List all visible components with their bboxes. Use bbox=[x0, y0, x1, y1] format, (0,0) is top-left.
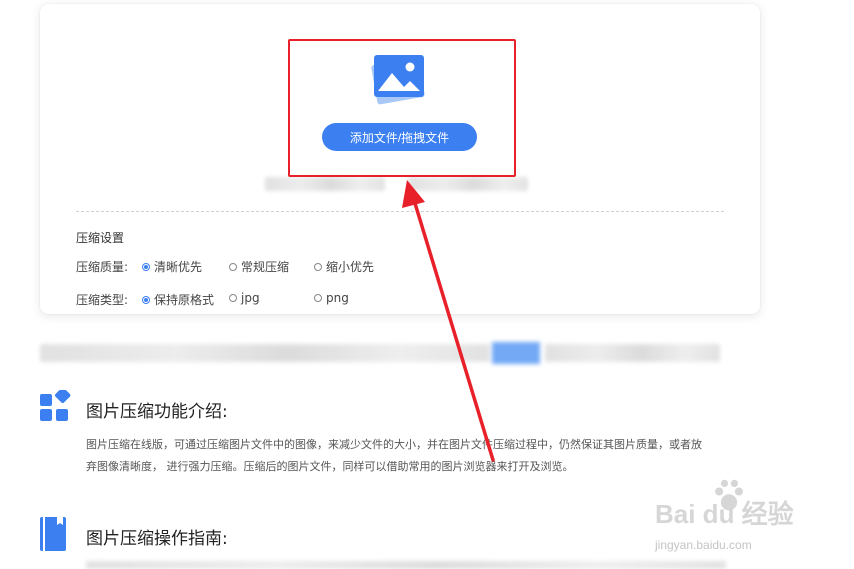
option-label: 保持原格式 bbox=[154, 293, 215, 307]
type-option-original[interactable]: 保持原格式 bbox=[142, 291, 214, 308]
radio-selected-icon[interactable] bbox=[142, 295, 150, 304]
intro-paragraph: 图片压缩在线版，可通过压缩图片文件中的图像，来减少文件的大小，并在图片文件压缩过… bbox=[86, 434, 776, 478]
type-label: 压缩类型: bbox=[76, 293, 129, 307]
baidu-watermark: Bai du 经验 jingyan.baidu.com bbox=[655, 478, 835, 558]
intro-line-2: 弃图像清晰度， 进行强力压缩。压缩后的图片文件，同样可以借助常用的图片浏览器来打… bbox=[86, 460, 574, 473]
blurred-guide-text bbox=[86, 561, 726, 569]
blurred-hint-text bbox=[408, 177, 528, 191]
radio-icon[interactable] bbox=[229, 294, 237, 302]
quality-option-small[interactable]: 缩小优先 bbox=[314, 258, 374, 275]
quality-option-normal[interactable]: 常规压缩 bbox=[229, 258, 289, 275]
option-label: png bbox=[326, 291, 349, 305]
intro-line-1: 图片压缩在线版，可通过压缩图片文件中的图像，来减少文件的大小，并在图片文件压缩过… bbox=[86, 438, 702, 451]
type-option-jpg[interactable]: jpg bbox=[229, 291, 260, 305]
option-label: jpg bbox=[241, 291, 260, 305]
option-label: 清晰优先 bbox=[154, 260, 203, 274]
settings-title: 压缩设置 bbox=[76, 231, 125, 245]
guide-title: 图片压缩操作指南: bbox=[86, 529, 228, 549]
radio-selected-icon[interactable] bbox=[142, 262, 150, 271]
watermark-url: jingyan.baidu.com bbox=[655, 538, 752, 552]
blurred-banner-text bbox=[40, 344, 490, 362]
apps-icon bbox=[40, 390, 71, 421]
radio-icon[interactable] bbox=[229, 262, 237, 271]
annotation-highlight-box bbox=[288, 39, 516, 177]
watermark-brand: Bai du 经验 bbox=[655, 499, 794, 529]
radio-icon[interactable] bbox=[314, 294, 322, 302]
type-option-png[interactable]: png bbox=[314, 291, 349, 305]
blurred-banner-highlight bbox=[492, 342, 540, 364]
intro-title: 图片压缩功能介绍: bbox=[86, 402, 228, 422]
blurred-banner-text bbox=[545, 344, 720, 362]
blurred-hint-text bbox=[265, 177, 385, 191]
quality-label: 压缩质量: bbox=[76, 260, 129, 274]
radio-icon[interactable] bbox=[314, 262, 322, 271]
option-label: 缩小优先 bbox=[326, 260, 375, 274]
option-label: 常规压缩 bbox=[241, 260, 290, 274]
divider bbox=[76, 211, 724, 212]
book-icon bbox=[40, 517, 66, 551]
quality-option-clear[interactable]: 清晰优先 bbox=[142, 258, 202, 275]
